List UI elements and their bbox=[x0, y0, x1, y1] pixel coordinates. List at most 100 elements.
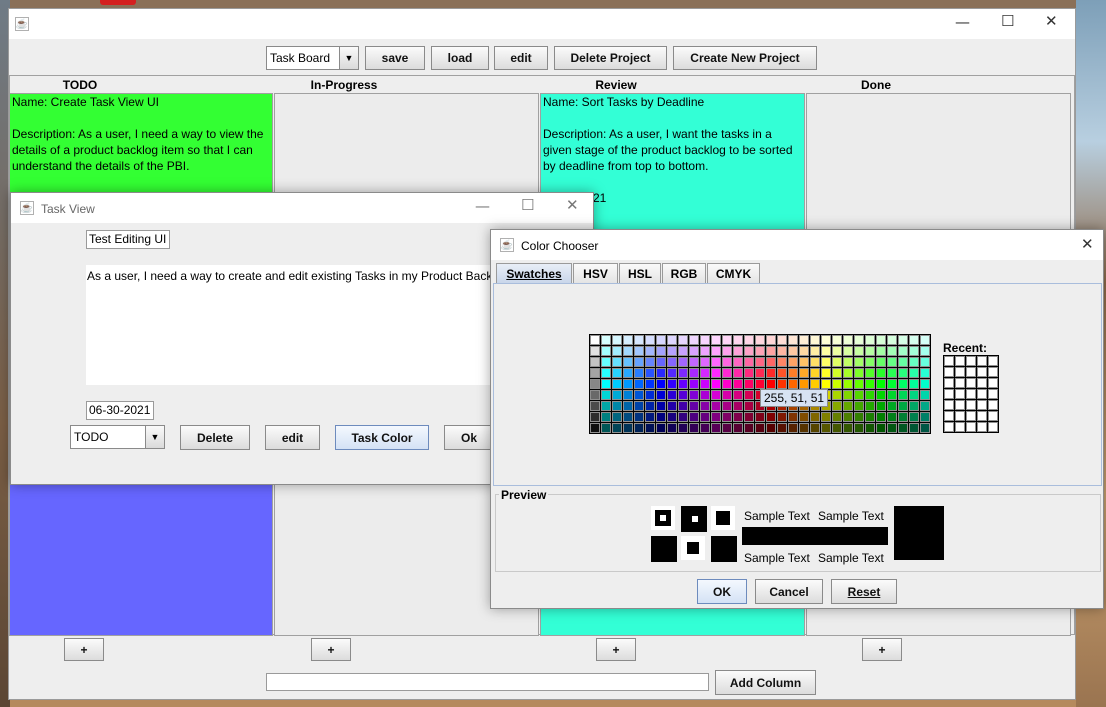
swatch-cell[interactable] bbox=[920, 423, 930, 433]
swatch-cell[interactable] bbox=[667, 346, 677, 356]
swatch-cell[interactable] bbox=[744, 346, 754, 356]
add-column-button[interactable]: Add Column bbox=[715, 670, 816, 695]
swatch-cell[interactable] bbox=[590, 379, 600, 389]
swatch-cell[interactable] bbox=[634, 335, 644, 345]
swatch-cell[interactable] bbox=[777, 368, 787, 378]
recent-swatch-cell[interactable] bbox=[955, 356, 965, 366]
recent-swatch-cell[interactable] bbox=[977, 356, 987, 366]
recent-swatch-cell[interactable] bbox=[988, 389, 998, 399]
swatch-cell[interactable] bbox=[744, 335, 754, 345]
cancel-button[interactable]: Cancel bbox=[755, 579, 823, 604]
swatch-cell[interactable] bbox=[843, 379, 853, 389]
swatch-cell[interactable] bbox=[799, 357, 809, 367]
swatch-cell[interactable] bbox=[744, 390, 754, 400]
tab-swatches[interactable]: Swatches bbox=[496, 263, 572, 283]
swatch-cell[interactable] bbox=[590, 368, 600, 378]
swatch-cell[interactable] bbox=[788, 412, 798, 422]
swatch-cell[interactable] bbox=[634, 423, 644, 433]
swatch-cell[interactable] bbox=[678, 346, 688, 356]
swatch-cell[interactable] bbox=[766, 379, 776, 389]
swatch-cell[interactable] bbox=[722, 368, 732, 378]
maximize-icon[interactable]: ☐ bbox=[521, 196, 534, 214]
recent-swatch-cell[interactable] bbox=[955, 411, 965, 421]
swatch-cell[interactable] bbox=[832, 368, 842, 378]
swatch-cell[interactable] bbox=[898, 346, 908, 356]
swatch-cell[interactable] bbox=[656, 379, 666, 389]
swatch-cell[interactable] bbox=[722, 357, 732, 367]
swatch-cell[interactable] bbox=[722, 412, 732, 422]
swatch-cell[interactable] bbox=[667, 412, 677, 422]
recent-swatch-cell[interactable] bbox=[977, 411, 987, 421]
add-task-button-done[interactable]: + bbox=[862, 638, 902, 661]
swatch-cell[interactable] bbox=[711, 357, 721, 367]
swatch-cell[interactable] bbox=[678, 357, 688, 367]
swatch-cell[interactable] bbox=[876, 368, 886, 378]
swatch-cell[interactable] bbox=[843, 368, 853, 378]
swatch-cell[interactable] bbox=[887, 357, 897, 367]
swatch-cell[interactable] bbox=[909, 379, 919, 389]
swatch-cell[interactable] bbox=[711, 379, 721, 389]
swatch-cell[interactable] bbox=[733, 379, 743, 389]
recent-swatch-cell[interactable] bbox=[966, 422, 976, 432]
swatch-cell[interactable] bbox=[678, 412, 688, 422]
swatch-cell[interactable] bbox=[711, 390, 721, 400]
swatch-cell[interactable] bbox=[832, 423, 842, 433]
recent-swatch-cell[interactable] bbox=[944, 367, 954, 377]
swatch-cell[interactable] bbox=[722, 423, 732, 433]
swatch-cell[interactable] bbox=[887, 335, 897, 345]
swatch-cell[interactable] bbox=[601, 401, 611, 411]
swatch-cell[interactable] bbox=[755, 423, 765, 433]
swatch-cell[interactable] bbox=[788, 368, 798, 378]
swatch-cell[interactable] bbox=[843, 390, 853, 400]
swatch-cell[interactable] bbox=[612, 346, 622, 356]
task-ok-button[interactable]: Ok bbox=[444, 425, 494, 450]
swatch-cell[interactable] bbox=[656, 412, 666, 422]
swatch-cell[interactable] bbox=[887, 379, 897, 389]
swatch-cell[interactable] bbox=[678, 401, 688, 411]
swatch-cell[interactable] bbox=[843, 357, 853, 367]
swatch-cell[interactable] bbox=[689, 390, 699, 400]
task-name-field[interactable]: Test Editing UI bbox=[86, 230, 170, 249]
swatch-cell[interactable] bbox=[744, 423, 754, 433]
swatch-cell[interactable] bbox=[909, 346, 919, 356]
swatch-cell[interactable] bbox=[887, 401, 897, 411]
swatch-cell[interactable] bbox=[700, 368, 710, 378]
swatch-cell[interactable] bbox=[612, 401, 622, 411]
swatch-cell[interactable] bbox=[887, 390, 897, 400]
swatch-cell[interactable] bbox=[898, 379, 908, 389]
chevron-down-icon[interactable]: ▼ bbox=[339, 47, 358, 69]
swatch-cell[interactable] bbox=[788, 379, 798, 389]
swatch-cell[interactable] bbox=[832, 335, 842, 345]
swatch-cell[interactable] bbox=[722, 335, 732, 345]
close-icon[interactable]: ✕ bbox=[1081, 235, 1094, 253]
swatch-cell[interactable] bbox=[700, 357, 710, 367]
swatch-cell[interactable] bbox=[689, 368, 699, 378]
swatch-cell[interactable] bbox=[645, 390, 655, 400]
recent-swatch-cell[interactable] bbox=[977, 389, 987, 399]
swatch-cell[interactable] bbox=[876, 423, 886, 433]
recent-swatch-cell[interactable] bbox=[944, 356, 954, 366]
swatch-cell[interactable] bbox=[711, 423, 721, 433]
recent-swatch-cell[interactable] bbox=[988, 400, 998, 410]
swatch-cell[interactable] bbox=[634, 412, 644, 422]
recent-swatch-grid[interactable] bbox=[943, 355, 999, 433]
swatch-cell[interactable] bbox=[744, 379, 754, 389]
edit-button[interactable]: edit bbox=[494, 46, 548, 70]
swatch-cell[interactable] bbox=[821, 379, 831, 389]
swatch-cell[interactable] bbox=[645, 368, 655, 378]
swatch-cell[interactable] bbox=[810, 379, 820, 389]
swatch-cell[interactable] bbox=[920, 412, 930, 422]
swatch-cell[interactable] bbox=[623, 357, 633, 367]
swatch-cell[interactable] bbox=[777, 346, 787, 356]
recent-swatch-cell[interactable] bbox=[977, 378, 987, 388]
recent-swatch-cell[interactable] bbox=[988, 378, 998, 388]
tab-hsl[interactable]: HSL bbox=[619, 263, 661, 283]
swatch-cell[interactable] bbox=[700, 401, 710, 411]
swatch-cell[interactable] bbox=[821, 346, 831, 356]
swatch-cell[interactable] bbox=[612, 390, 622, 400]
swatch-cell[interactable] bbox=[634, 401, 644, 411]
swatch-cell[interactable] bbox=[865, 368, 875, 378]
swatch-cell[interactable] bbox=[865, 401, 875, 411]
close-icon[interactable]: ✕ bbox=[566, 196, 579, 214]
swatch-cell[interactable] bbox=[590, 346, 600, 356]
